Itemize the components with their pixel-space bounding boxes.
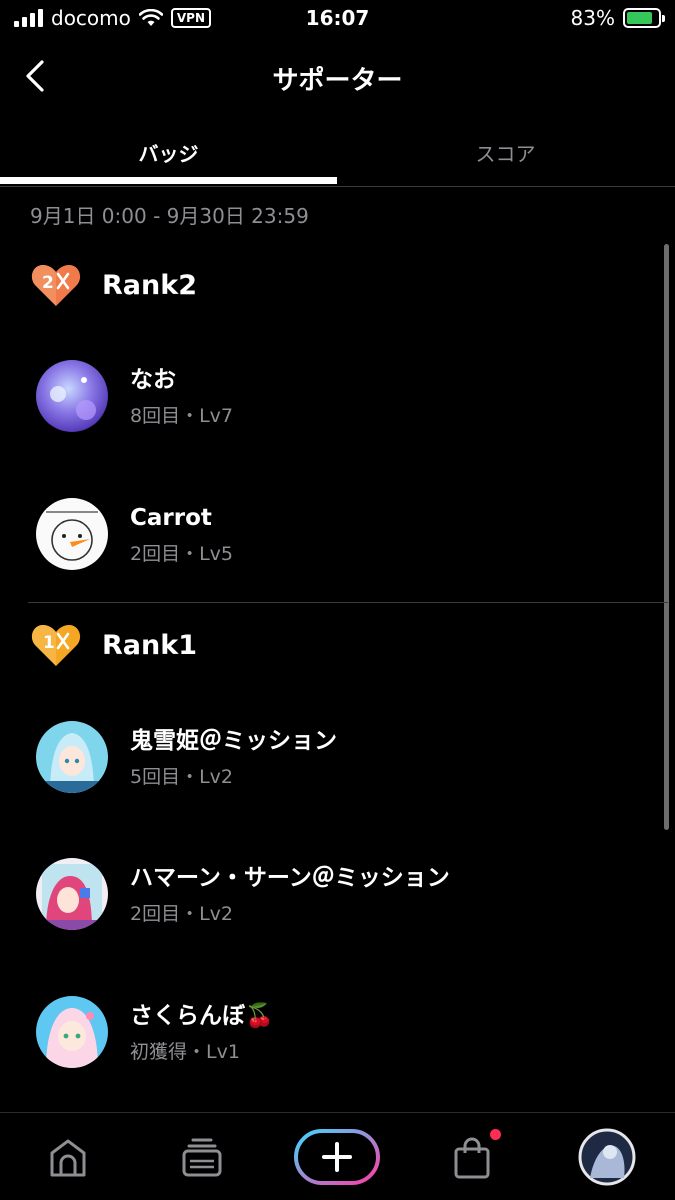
- supporter-row[interactable]: なお 8回目・Lv7: [36, 360, 233, 432]
- shop-tab[interactable]: [442, 1127, 502, 1187]
- supporter-meta: 初獲得・Lv1: [130, 1040, 240, 1063]
- battery-percent: 83%: [570, 6, 615, 30]
- supporter-name: Carrot: [130, 504, 212, 531]
- avatar[interactable]: [36, 996, 108, 1068]
- status-bar: docomo VPN 16:07 83%: [0, 0, 675, 40]
- rank-badge-number: 2: [42, 273, 54, 293]
- status-bar-right: 83%: [570, 6, 665, 30]
- scrollbar[interactable]: [664, 244, 669, 830]
- rank-label: Rank1: [102, 629, 197, 661]
- tab-score[interactable]: スコア: [337, 128, 674, 187]
- bottom-tab-bar: [0, 1112, 675, 1200]
- nav-header: サポーター: [0, 40, 675, 114]
- supporter-name: 鬼雪姫＠ミッション: [130, 727, 337, 754]
- supporter-row[interactable]: 鬼雪姫＠ミッション 5回目・Lv2: [36, 721, 337, 793]
- rank-header-1: 1 Rank1: [30, 620, 197, 670]
- avatar[interactable]: [36, 498, 108, 570]
- profile-tab[interactable]: [577, 1127, 637, 1187]
- period-range: 9月1日 0:00 - 9月30日 23:59: [30, 204, 309, 228]
- notification-dot: [490, 1129, 501, 1140]
- supporter-meta: 2回目・Lv5: [130, 542, 234, 565]
- rank-heart-badge-icon: 1: [31, 624, 81, 666]
- section-divider: [28, 602, 668, 603]
- supporter-name: ハマーン・サーン＠ミッション: [130, 864, 450, 891]
- supporter-meta: 8回目・Lv7: [130, 404, 234, 427]
- avatar[interactable]: [36, 360, 108, 432]
- cards-icon: [182, 1138, 222, 1177]
- page-title: サポーター: [272, 66, 403, 96]
- profile-avatar: [578, 1128, 636, 1186]
- rank-label: Rank2: [102, 269, 197, 301]
- supporter-name: さくらんぼ🍒: [130, 1002, 274, 1029]
- home-tab[interactable]: [38, 1127, 98, 1187]
- supporter-meta: 5回目・Lv2: [130, 765, 234, 788]
- avatar[interactable]: [36, 721, 108, 793]
- add-icon: [294, 1129, 380, 1185]
- active-tab-indicator: [0, 177, 337, 184]
- supporter-row[interactable]: ハマーン・サーン＠ミッション 2回目・Lv2: [36, 858, 450, 930]
- rank-heart-badge-icon: 2: [31, 264, 81, 306]
- supporter-name: なお: [130, 366, 176, 393]
- supporter-row[interactable]: Carrot 2回目・Lv5: [36, 498, 233, 570]
- avatar[interactable]: [36, 858, 108, 930]
- supporter-meta: 2回目・Lv2: [130, 902, 234, 925]
- battery-icon: [623, 8, 665, 28]
- rank-header-2: 2 Rank2: [30, 260, 197, 310]
- shop-bag-icon: [454, 1137, 490, 1179]
- cards-tab[interactable]: [172, 1127, 232, 1187]
- add-button[interactable]: [293, 1127, 381, 1187]
- supporter-row[interactable]: さくらんぼ🍒 初獲得・Lv1: [36, 996, 274, 1068]
- rank-badge-number: 1: [43, 633, 55, 653]
- home-icon: [50, 1139, 86, 1177]
